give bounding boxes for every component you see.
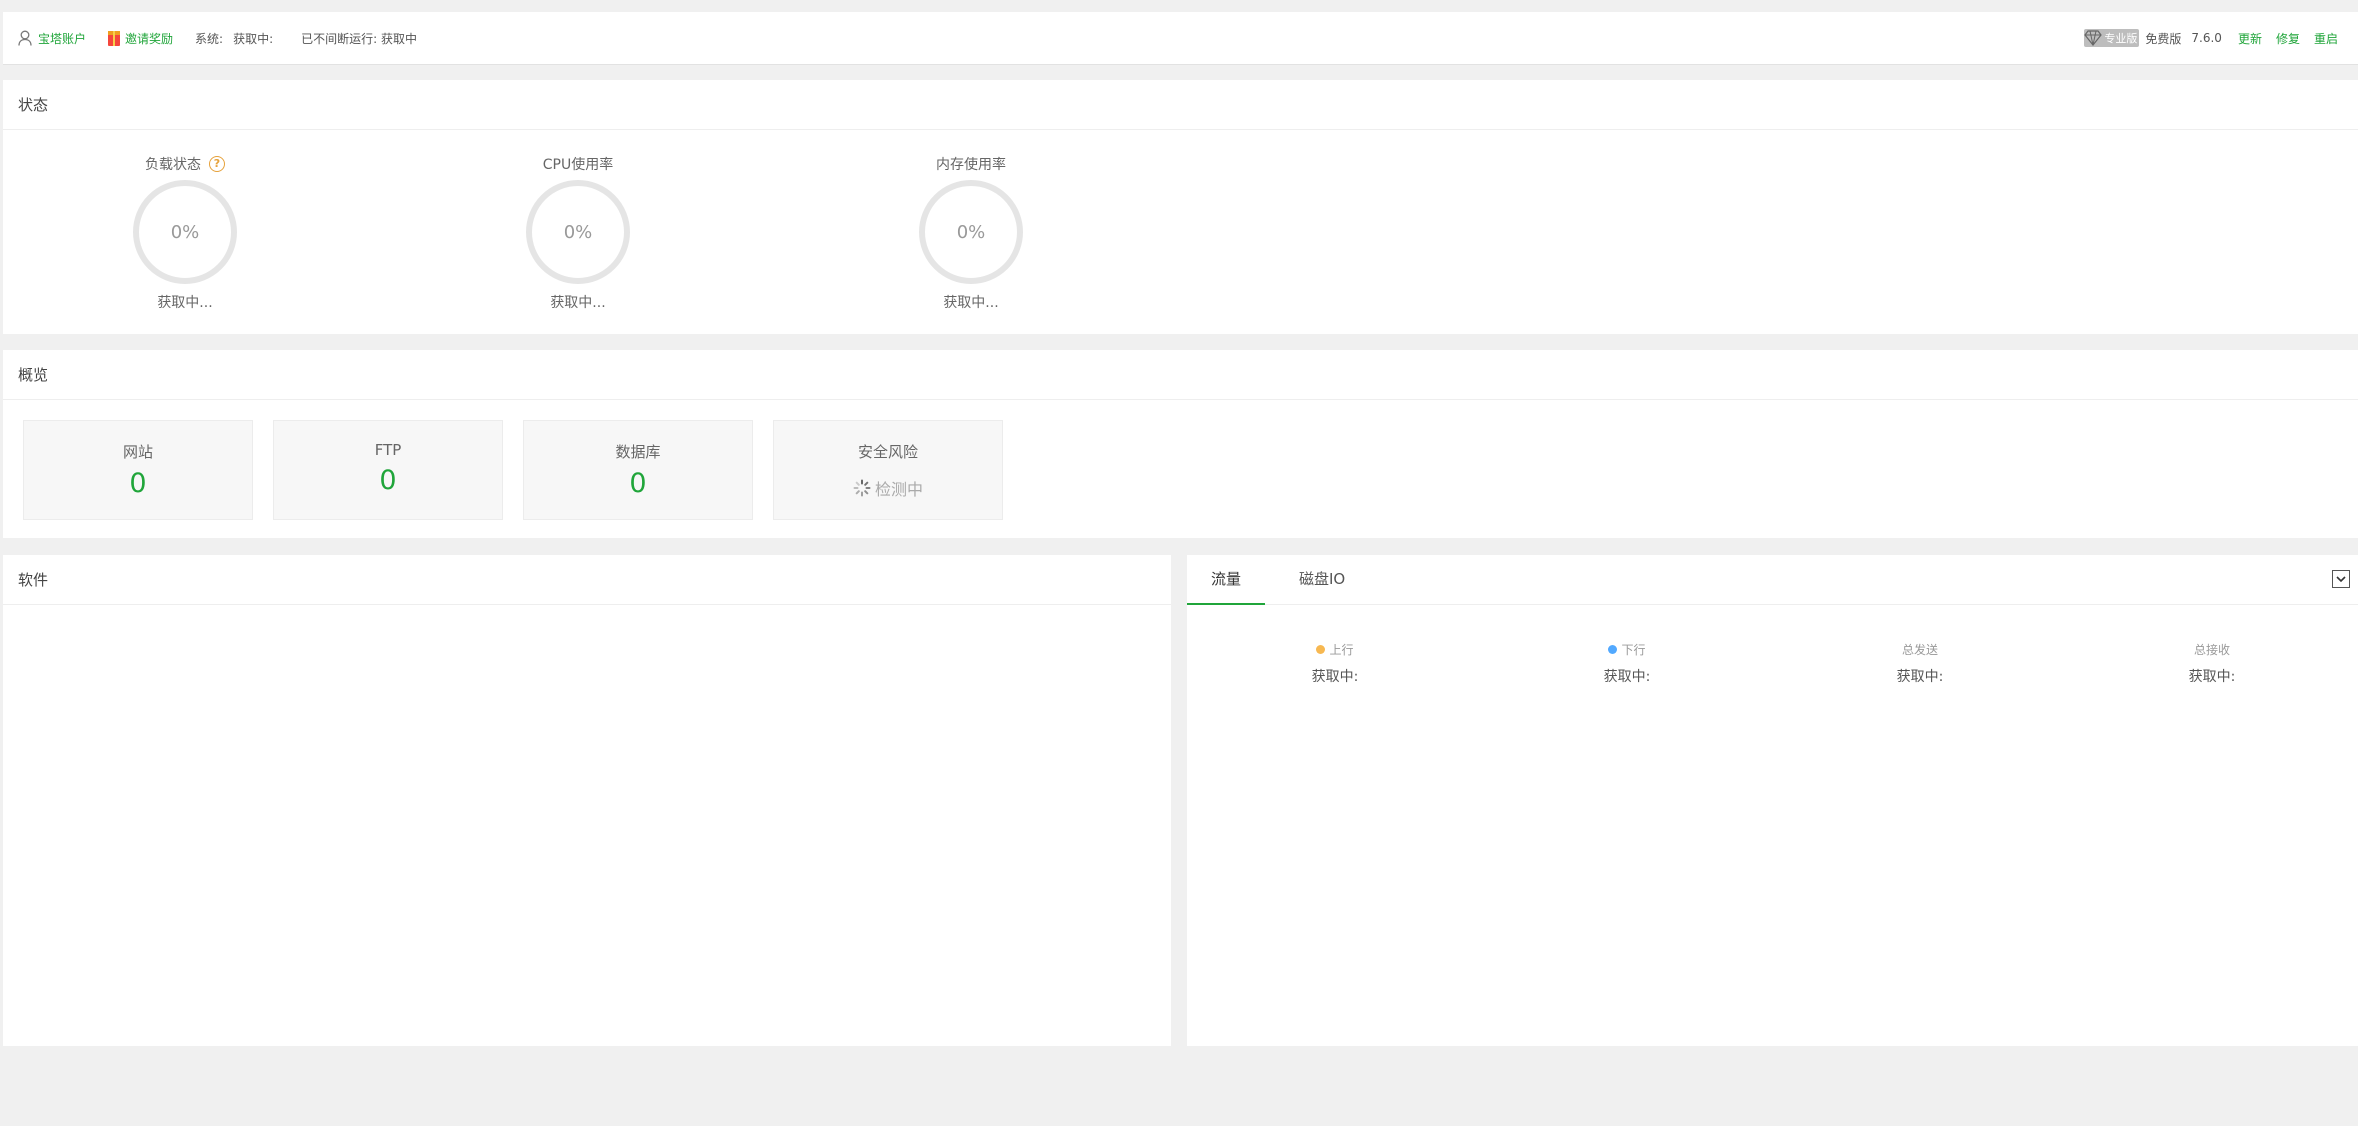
overview-card-value: 0	[379, 465, 397, 496]
security-detecting: 检测中	[774, 476, 1002, 500]
traffic-downstream: 下行 获取中:	[1547, 641, 1707, 686]
top-bar-right: 专业版 免费版 7.6.0 更新 修复 重启	[2084, 29, 2358, 47]
overview-card-security[interactable]: 安全风险 检测中	[773, 420, 1003, 520]
overview-card-value: 0	[129, 468, 147, 499]
top-bar-left: 宝塔账户 邀请奖励 系统: 获取中: 已不间断运行: 获取中	[3, 30, 417, 47]
upstream-label: 上行	[1255, 641, 1415, 658]
system-value: 获取中:	[233, 31, 274, 46]
total-received-label: 总接收	[2193, 643, 2230, 657]
pro-badge-label: 专业版	[2104, 32, 2138, 45]
help-icon[interactable]: ?	[209, 156, 225, 172]
downstream-value: 获取中:	[1603, 669, 1651, 685]
update-link[interactable]: 更新	[2238, 30, 2262, 47]
status-panel: 状态 负载状态 ? 0% 获取中... CPU使用率 0% 获取中... 内存使…	[3, 80, 2358, 334]
downstream-dot-icon	[1608, 645, 1618, 654]
memory-gauge-status: 获取中...	[943, 295, 999, 311]
system-label: 系统:	[195, 31, 224, 46]
overview-panel: 概览 网站 0 FTP 0 数据库 0 安全风险 检测中	[3, 350, 2358, 538]
upstream-dot-icon	[1316, 645, 1326, 654]
cpu-gauge-status: 获取中...	[550, 295, 606, 311]
chevron-down-icon	[2336, 576, 2346, 583]
overview-card-ftp[interactable]: FTP 0	[273, 420, 503, 520]
cpu-gauge[interactable]: CPU使用率 0% 获取中...	[488, 154, 668, 312]
user-icon	[18, 30, 32, 46]
traffic-upstream: 上行 获取中:	[1255, 641, 1415, 686]
traffic-total-received: 总接收 获取中:	[2132, 641, 2292, 686]
top-bar: 宝塔账户 邀请奖励 系统: 获取中: 已不间断运行: 获取中 专业版 免费版 7…	[3, 12, 2358, 65]
traffic-panel: 流量 磁盘IO 上行 获取中: 下行 获取中: 总发送 获取中: 总接收 获取中…	[1187, 555, 2358, 1046]
upstream-value: 获取中:	[1311, 669, 1359, 685]
traffic-tabs: 流量 磁盘IO	[1187, 555, 2358, 605]
downstream-label-text: 下行	[1621, 643, 1646, 657]
software-title: 软件	[3, 555, 1171, 605]
spinner-icon	[853, 479, 871, 497]
software-panel: 软件	[3, 555, 1171, 1046]
overview-card-value: 0	[629, 468, 647, 499]
upstream-label-text: 上行	[1329, 643, 1354, 657]
memory-gauge-title: 内存使用率	[936, 157, 1006, 173]
overview-card-label: 安全风险	[857, 443, 918, 461]
tab-traffic[interactable]: 流量	[1187, 555, 1266, 605]
account-link[interactable]: 宝塔账户	[38, 30, 86, 47]
load-gauge-status: 获取中...	[157, 295, 213, 311]
diamond-icon	[2084, 30, 2103, 46]
downstream-label: 下行	[1547, 641, 1707, 658]
total-sent-value: 获取中:	[1896, 669, 1944, 685]
load-gauge-title: 负载状态 ?	[95, 154, 275, 174]
gift-icon	[108, 30, 121, 46]
restart-link[interactable]: 重启	[2314, 30, 2338, 47]
status-title: 状态	[3, 80, 2358, 130]
traffic-total-sent: 总发送 获取中:	[1840, 641, 2000, 686]
overview-card-label: 数据库	[615, 443, 661, 461]
edition-label: 免费版	[2145, 31, 2182, 46]
invite-reward-link[interactable]: 邀请奖励	[125, 30, 173, 47]
overview-card-label: 网站	[122, 443, 153, 461]
overview-card-database[interactable]: 数据库 0	[523, 420, 753, 520]
overview-title: 概览	[3, 350, 2358, 400]
security-detecting-text: 检测中	[874, 480, 923, 499]
traffic-dropdown-button[interactable]	[2332, 570, 2350, 588]
version-label: 7.6.0	[2191, 31, 2222, 45]
memory-gauge-ring: 0%	[919, 180, 1023, 284]
overview-card-sites[interactable]: 网站 0	[23, 420, 253, 520]
total-received-value: 获取中:	[2188, 669, 2236, 685]
memory-gauge[interactable]: 内存使用率 0% 获取中...	[881, 154, 1061, 312]
tab-disk-io[interactable]: 磁盘IO	[1275, 555, 1369, 605]
total-sent-label: 总发送	[1901, 643, 1938, 657]
overview-card-label: FTP	[374, 441, 402, 459]
uptime-text: 已不间断运行: 获取中	[301, 31, 417, 46]
cpu-gauge-title: CPU使用率	[542, 157, 614, 173]
pro-edition-badge[interactable]: 专业版	[2084, 29, 2140, 47]
repair-link[interactable]: 修复	[2276, 30, 2300, 47]
cpu-gauge-ring: 0%	[526, 180, 630, 284]
load-gauge-label: 负载状态	[145, 157, 201, 173]
load-gauge[interactable]: 负载状态 ? 0% 获取中...	[95, 154, 275, 312]
load-gauge-ring: 0%	[133, 180, 237, 284]
